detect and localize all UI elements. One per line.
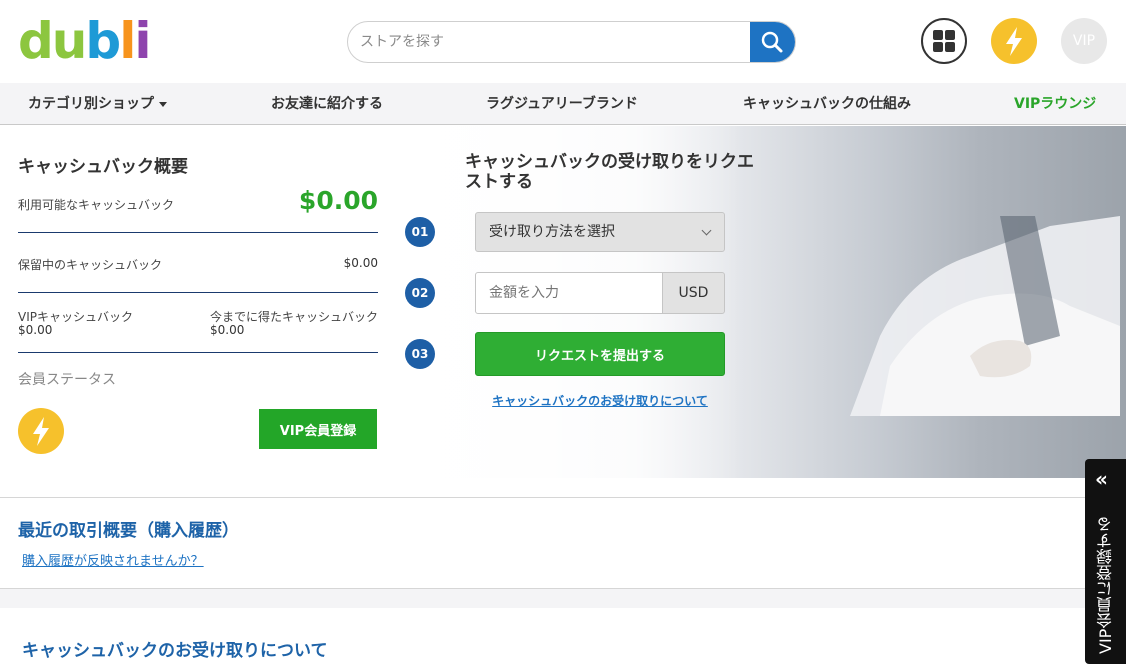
member-status-label: 会員ステータス [18,372,116,388]
apps-button[interactable] [921,18,967,64]
vip-register-button[interactable]: VIP会員登録 [259,409,377,449]
store-search [347,21,796,63]
logo-letter: u [51,12,88,70]
vip-register-tab-label: VIP会員に登録する [1096,516,1115,654]
pending-value: $0.00 [343,256,378,270]
nav-item-categories[interactable]: カテゴリ別ショップ [28,83,167,125]
logo-letter: l [119,12,136,70]
nav-item-vip-lounge[interactable]: VIPラウンジ [1014,83,1096,125]
logo-letter: i [134,12,151,70]
logo-letter: b [85,12,121,70]
nav-item-luxury[interactable]: ラグジュアリーブランド [486,83,638,125]
cashback-request-panel: キャッシュバックの受け取りをリクエストする 01 受け取り方法を選択 02 US… [400,126,1126,478]
search-input[interactable] [348,22,752,62]
divider [18,232,378,233]
step-badge: 01 [405,217,435,247]
section-divider [0,497,1126,498]
select-value: 受け取り方法を選択 [489,224,615,240]
double-chevron-left-icon: « [1095,467,1108,491]
search-button[interactable] [750,22,795,62]
lightning-icon [33,417,49,446]
vip-button[interactable]: VIP [1061,18,1107,64]
lightning-icon [1006,27,1022,56]
grid-icon [933,30,955,52]
about-payout-link[interactable]: キャッシュバックのお受け取りについて [475,392,725,409]
missing-purchase-link[interactable]: 購入履歴が反映されませんか？ [22,550,204,569]
currency-label: USD [662,272,725,314]
request-title: キャッシュバックの受け取りをリクエストする [465,152,754,192]
about-payout-title: キャッシュバックのお受け取りについて [22,641,328,661]
hand-tablet-illustration [850,216,1120,416]
total-cashback-value: $0.00 [210,323,245,337]
main-nav: カテゴリ別ショップ お友達に紹介する ラグジュアリーブランド キャッシュバックの… [0,83,1126,125]
nav-item-refer[interactable]: お友達に紹介する [271,83,383,125]
recent-transactions-title: 最近の取引概要（購入履歴） [18,521,239,541]
cashback-summary: キャッシュバック概要 利用可能なキャッシュバック $0.00 保留中のキャッシュ… [0,126,400,478]
pending-label: 保留中のキャッシュバック [18,258,163,272]
member-status-badge [18,408,64,454]
vip-cashback-value: $0.00 [18,323,53,337]
summary-title: キャッシュバック概要 [18,157,188,177]
logo-letter: d [18,12,54,70]
payout-method-select[interactable]: 受け取り方法を選択 [475,212,725,252]
dubli-logo[interactable]: d u b l i [18,12,152,70]
site-header: d u b l i VIP [0,0,1126,83]
available-value: $0.00 [298,186,378,215]
available-label: 利用可能なキャッシュバック [18,198,175,212]
nav-item-label: カテゴリ別ショップ [28,96,154,112]
step-badge: 02 [405,278,435,308]
nav-item-how-it-works[interactable]: キャッシュバックの仕組み [743,83,911,125]
step-badge: 03 [405,339,435,369]
member-status-button[interactable] [991,18,1037,64]
divider [18,352,378,353]
vip-icon: VIP [1072,33,1096,49]
caret-down-icon [159,101,167,107]
divider [18,292,378,293]
vip-register-tab[interactable]: « VIP会員に登録する [1085,459,1126,664]
submit-request-button[interactable]: リクエストを提出する [475,332,725,376]
chevron-down-icon [701,225,712,236]
search-icon [761,31,783,53]
amount-input[interactable] [475,272,663,314]
section-divider [0,588,1126,608]
